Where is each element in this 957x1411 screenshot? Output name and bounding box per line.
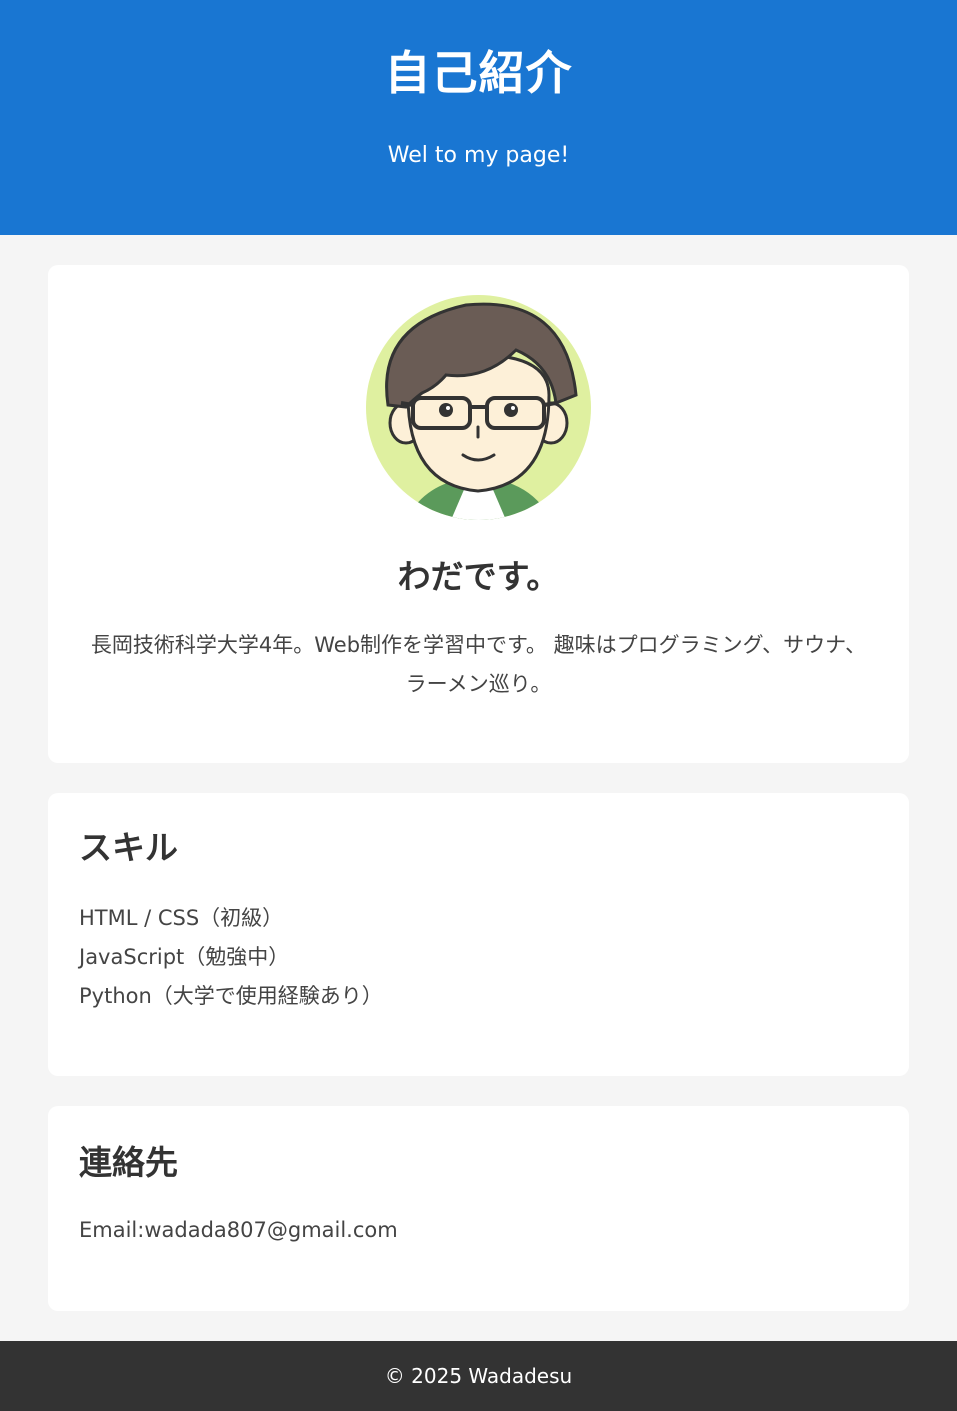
skill-item: HTML / CSS（初級） xyxy=(79,906,284,930)
footer-copyright: © 2025 Wadadesu xyxy=(384,1364,573,1388)
contact-heading: 連絡先 xyxy=(79,1143,178,1182)
main-content: わだです。 長岡技術科学大学4年。Web制作を学習中です。 趣味はプログラミング… xyxy=(0,235,957,1311)
contact-email: Email:wadada807@gmail.com xyxy=(79,1218,398,1242)
skills-card: スキル HTML / CSS（初級） JavaScript（勉強中） Pytho… xyxy=(48,793,909,1076)
page-title: 自己紹介 xyxy=(384,46,573,100)
skill-list: HTML / CSS（初級） JavaScript（勉強中） Python（大学… xyxy=(79,899,878,1016)
skill-item: Python（大学で使用経験あり） xyxy=(79,984,383,1008)
page-subtitle: Wel to my page! xyxy=(387,143,570,168)
skills-heading: スキル xyxy=(79,828,178,867)
site-header: 自己紹介 Wel to my page! xyxy=(0,0,957,235)
profile-card: わだです。 長岡技術科学大学4年。Web制作を学習中です。 趣味はプログラミング… xyxy=(48,265,909,763)
site-footer: © 2025 Wadadesu xyxy=(0,1341,957,1411)
profile-description: 長岡技術科学大学4年。Web制作を学習中です。 趣味はプログラミング、サウナ、ラ… xyxy=(90,633,867,696)
skill-item: JavaScript（勉強中） xyxy=(79,945,290,969)
contact-card: 連絡先 Email:wadada807@gmail.com xyxy=(48,1106,909,1311)
avatar xyxy=(366,295,591,520)
profile-name: わだです。 xyxy=(397,557,560,596)
avatar-illustration-icon xyxy=(366,295,591,520)
